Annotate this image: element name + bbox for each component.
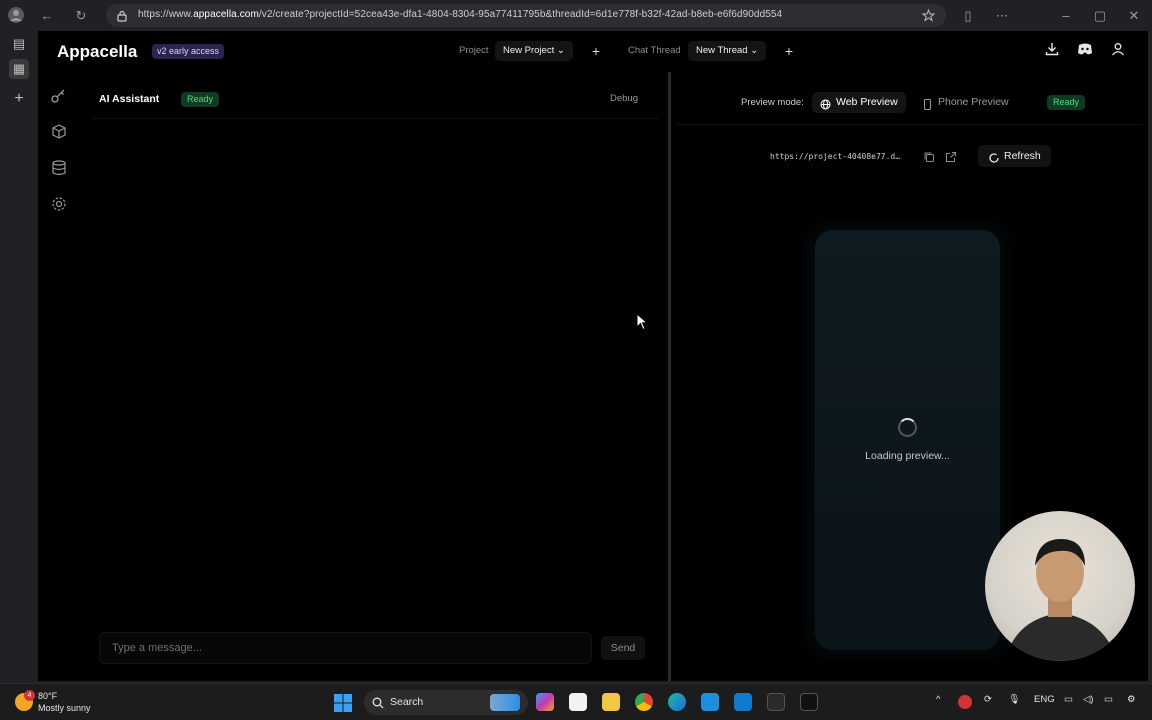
- assistant-status-badge: Ready: [181, 92, 220, 107]
- windows-start-icon[interactable]: [334, 694, 352, 712]
- chevron-down-icon: ⌄: [556, 45, 565, 56]
- store-icon[interactable]: [701, 693, 719, 711]
- network-icon[interactable]: ▭: [1064, 694, 1073, 705]
- user-account-icon[interactable]: [1108, 42, 1128, 62]
- address-bar[interactable]: https://www.appacella.com/v2/create?proj…: [106, 4, 946, 27]
- close-window-icon[interactable]: ✕: [1124, 6, 1144, 26]
- loading-text: Loading preview...: [865, 450, 950, 462]
- project-select-value: New Project: [503, 45, 555, 56]
- add-project-button[interactable]: +: [586, 41, 606, 61]
- minimize-icon[interactable]: –: [1056, 6, 1076, 26]
- refresh-button[interactable]: Refresh: [978, 145, 1051, 167]
- early-access-badge: v2 early access: [152, 44, 225, 59]
- debug-button[interactable]: Debug: [610, 93, 638, 104]
- project-label: Project: [459, 45, 489, 56]
- weather-badge: 4: [24, 690, 35, 701]
- chat-panel: AI Assistant Ready Debug Send: [82, 72, 668, 681]
- preview-header-divider: [677, 124, 1142, 125]
- active-tab-icon[interactable]: ▦: [9, 59, 29, 79]
- send-button[interactable]: Send: [601, 636, 645, 660]
- chrome-icon[interactable]: [635, 693, 653, 711]
- smartphone-icon: [922, 97, 933, 110]
- settings-gear-icon[interactable]: [50, 195, 70, 215]
- split-screen-icon[interactable]: ▯: [958, 6, 978, 26]
- url-text: https://www.appacella.com/v2/create?proj…: [138, 9, 783, 20]
- globe-icon: [820, 97, 831, 110]
- weather-description: Mostly sunny: [38, 703, 91, 713]
- chevron-down-icon: ⌄: [750, 45, 759, 56]
- notepad-icon[interactable]: [569, 693, 587, 711]
- security-icon[interactable]: [958, 695, 972, 709]
- taskbar-search-box[interactable]: Search: [364, 690, 528, 715]
- volume-icon[interactable]: ◁): [1083, 694, 1093, 705]
- mouse-cursor-icon: [636, 312, 649, 336]
- windows-taskbar: 4 80°F Mostly sunny Search ^ ⟳ 🎙 ENG ▭ ◁…: [0, 683, 1152, 720]
- download-icon[interactable]: [1042, 42, 1062, 62]
- phone-preview-label: Phone Preview: [938, 96, 1009, 108]
- chat-header-divider: [92, 118, 658, 119]
- assistant-title: AI Assistant: [99, 93, 160, 105]
- maximize-icon[interactable]: ▢: [1090, 6, 1110, 26]
- package-icon[interactable]: [50, 123, 70, 143]
- web-preview-button[interactable]: Web Preview: [812, 92, 906, 113]
- refresh-label: Refresh: [1004, 150, 1041, 162]
- app-header: Appacella v2 early access Project New Pr…: [38, 31, 1148, 72]
- refresh-icon: [988, 150, 1000, 163]
- message-input[interactable]: [99, 632, 592, 664]
- phone-preview-frame[interactable]: Loading preview...: [815, 230, 1000, 650]
- thread-label: Chat Thread: [628, 45, 681, 56]
- tray-overflow-icon[interactable]: ^: [936, 694, 940, 705]
- tab-actions-icon[interactable]: ▤: [9, 34, 29, 54]
- webcam-overlay: [985, 511, 1135, 661]
- edge-icon[interactable]: [668, 693, 686, 711]
- taskbar-search-label: Search: [390, 696, 424, 708]
- preview-status-badge: Ready: [1047, 95, 1086, 110]
- vscode-icon[interactable]: [734, 693, 752, 711]
- phone-preview-button[interactable]: Phone Preview: [914, 92, 1017, 113]
- browser-side-rail: ▤ ▦ +: [0, 31, 38, 683]
- discord-icon[interactable]: [1075, 42, 1095, 62]
- language-indicator[interactable]: ENG: [1034, 694, 1055, 705]
- database-icon[interactable]: [50, 159, 70, 179]
- key-icon[interactable]: [50, 88, 70, 108]
- search-highlight-icon: [490, 694, 520, 711]
- more-menu-icon[interactable]: ⋯: [992, 6, 1012, 26]
- file-explorer-icon[interactable]: [602, 693, 620, 711]
- favorite-star-icon[interactable]: [921, 8, 936, 22]
- open-external-icon[interactable]: [945, 150, 957, 162]
- weather-temperature: 80°F: [38, 691, 58, 701]
- app-logo[interactable]: Appacella: [57, 42, 137, 62]
- app-tool-icon[interactable]: [767, 693, 785, 711]
- preview-mode-label: Preview mode:: [741, 97, 804, 108]
- copy-icon[interactable]: [923, 150, 935, 162]
- web-preview-label: Web Preview: [836, 96, 898, 108]
- search-icon: [372, 696, 384, 709]
- weather-sun-icon[interactable]: 4: [15, 690, 35, 711]
- site-info-icon[interactable]: [116, 9, 128, 22]
- appacella-app: Appacella v2 early access Project New Pr…: [38, 31, 1148, 681]
- browser-toolbar: ← ↻ https://www.appacella.com/v2/create?…: [0, 0, 1152, 31]
- back-icon[interactable]: ←: [37, 6, 57, 26]
- thread-select[interactable]: New Thread ⌄: [688, 41, 767, 61]
- thread-select-value: New Thread: [696, 45, 748, 56]
- microphone-icon[interactable]: 🎙: [1008, 694, 1020, 705]
- settings-gear-icon[interactable]: ⚙: [1127, 694, 1136, 705]
- app-icon[interactable]: [800, 693, 818, 711]
- project-select[interactable]: New Project ⌄: [495, 41, 573, 61]
- profile-avatar-icon[interactable]: [6, 6, 26, 26]
- reload-icon[interactable]: ↻: [71, 6, 91, 26]
- loading-spinner-icon: [898, 418, 917, 437]
- copilot-icon[interactable]: [536, 693, 554, 711]
- add-thread-button[interactable]: +: [779, 41, 799, 61]
- preview-url: https://project-40408e77.d…: [770, 152, 901, 161]
- new-tab-icon[interactable]: +: [9, 89, 29, 109]
- sync-icon[interactable]: ⟳: [984, 694, 992, 705]
- battery-icon[interactable]: ▭: [1104, 694, 1113, 705]
